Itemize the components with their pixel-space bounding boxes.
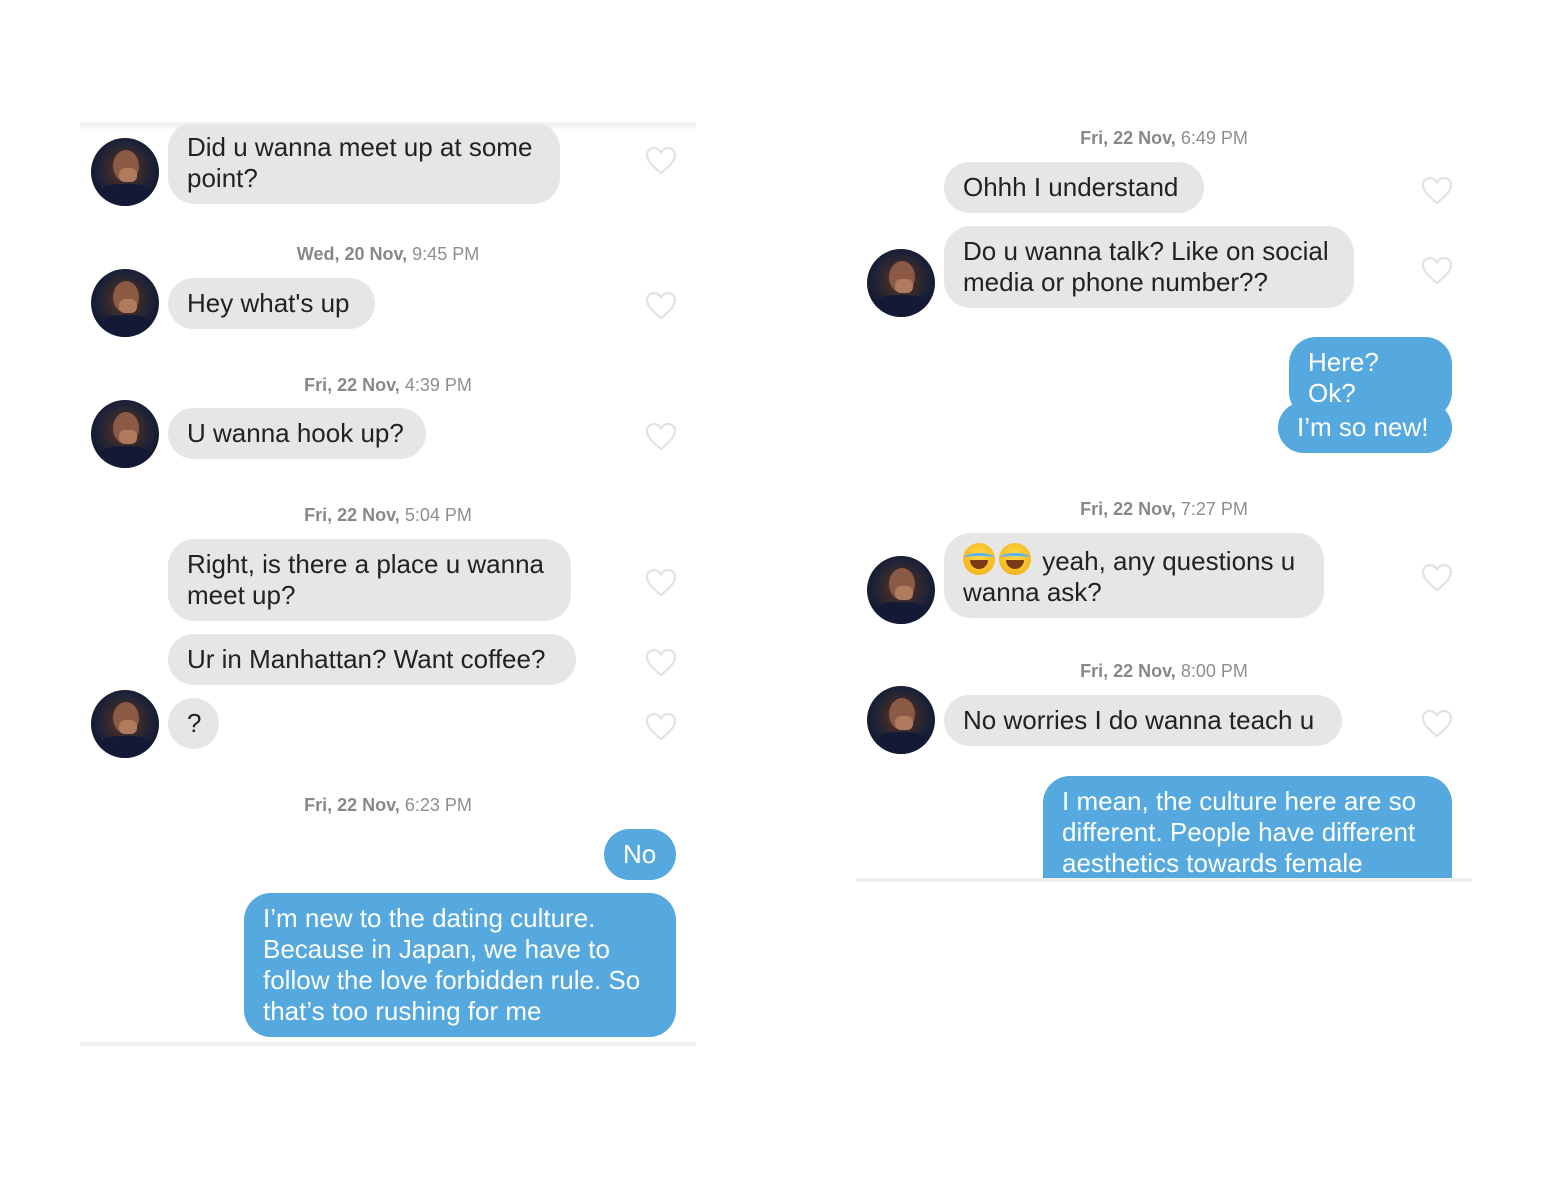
panel-bottom-divider: [80, 1042, 696, 1046]
joy-emoji-icon: [999, 543, 1031, 575]
panel-bottom-divider: [856, 878, 1472, 882]
timestamp: Fri, 22 Nov, 6:49 PM: [1080, 128, 1248, 148]
heart-outline-icon[interactable]: [645, 291, 677, 321]
timestamp: Wed, 20 Nov, 9:45 PM: [296, 244, 480, 264]
message-bubble-received: Hey what's up: [168, 278, 375, 329]
message-bubble-received: No worries I do wanna teach u: [944, 695, 1342, 746]
timestamp: Fri, 22 Nov, 5:04 PM: [304, 505, 472, 525]
joy-emoji-icon: [963, 543, 995, 575]
chat-panel-left: Did u wanna meet up at some point? Wed, …: [80, 122, 696, 1046]
timestamp: Fri, 22 Nov, 6:23 PM: [304, 795, 472, 815]
match-avatar[interactable]: [867, 249, 935, 317]
message-bubble-received: Ur in Manhattan? Want coffee?: [168, 634, 576, 685]
timestamp: Fri, 22 Nov, 8:00 PM: [1080, 661, 1248, 681]
heart-outline-icon[interactable]: [645, 568, 677, 598]
heart-outline-icon[interactable]: [1421, 176, 1453, 206]
message-bubble-received: Do u wanna talk? Like on social media or…: [944, 226, 1354, 308]
message-bubble-sent: I’m new to the dating culture. Because i…: [244, 893, 676, 1037]
heart-outline-icon[interactable]: [1421, 709, 1453, 739]
match-avatar[interactable]: [91, 690, 159, 758]
message-bubble-sent: I’m so new!: [1278, 402, 1452, 453]
message-bubble-received: Did u wanna meet up at some point?: [168, 124, 560, 204]
message-bubble-received: Right, is there a place u wanna meet up?: [168, 539, 571, 621]
match-avatar[interactable]: [867, 686, 935, 754]
heart-outline-icon[interactable]: [1421, 563, 1453, 593]
heart-outline-icon[interactable]: [645, 146, 677, 176]
message-bubble-received: yeah, any questions u wanna ask?: [944, 533, 1324, 618]
message-bubble-sent: I mean, the culture here are so differen…: [1043, 776, 1452, 882]
match-avatar[interactable]: [91, 269, 159, 337]
heart-outline-icon[interactable]: [645, 422, 677, 452]
heart-outline-icon[interactable]: [645, 712, 677, 742]
match-avatar[interactable]: [91, 400, 159, 468]
message-bubble-received: ?: [168, 698, 219, 749]
message-bubble-sent: No: [604, 829, 676, 880]
chat-panel-right: Fri, 22 Nov, 6:49 PM Ohhh I understand D…: [856, 122, 1472, 882]
timestamp: Fri, 22 Nov, 7:27 PM: [1080, 499, 1248, 519]
heart-outline-icon[interactable]: [645, 648, 677, 678]
match-avatar[interactable]: [867, 556, 935, 624]
message-bubble-received: Ohhh I understand: [944, 162, 1204, 213]
heart-outline-icon[interactable]: [1421, 256, 1453, 286]
timestamp: Fri, 22 Nov, 4:39 PM: [304, 375, 472, 395]
message-bubble-received: U wanna hook up?: [168, 408, 426, 459]
match-avatar[interactable]: [91, 138, 159, 206]
